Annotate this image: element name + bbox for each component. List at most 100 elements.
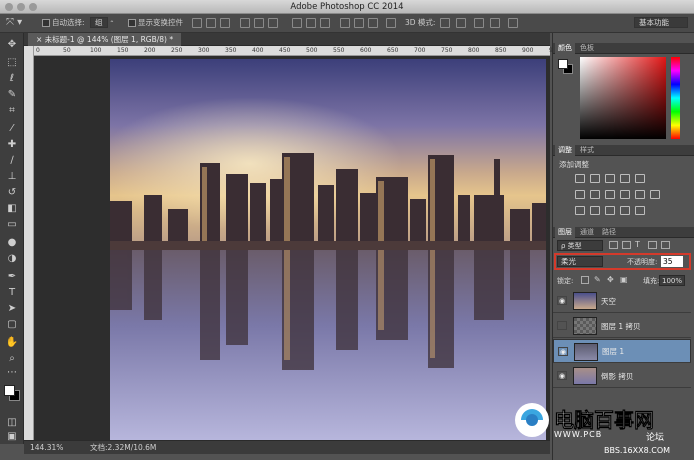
rotate-3d-icon[interactable] [440,18,450,28]
vibrance-icon[interactable] [635,174,645,183]
filter-shape-icon[interactable] [648,241,657,249]
tab-adjustments[interactable]: 调整 [555,145,575,156]
quick-mask-icon[interactable]: ◫ [4,415,20,430]
visibility-eye-icon[interactable]: ◉ [557,296,567,305]
layer-kind-filter[interactable]: ρ 类型 [557,240,603,251]
marquee-tool-icon[interactable]: ⬚ [4,55,20,70]
drag-3d-icon[interactable] [474,18,484,28]
auto-select-checkbox[interactable]: 自动选择: [42,17,85,29]
visibility-eye-icon[interactable]: ◉ [558,347,568,356]
lock-transparent-icon[interactable] [581,276,589,284]
distribute-right-icon[interactable] [368,18,378,28]
auto-align-icon[interactable] [386,18,396,28]
distribute-bottom-icon[interactable] [320,18,330,28]
path-select-tool-icon[interactable]: ➤ [4,301,20,316]
slide-3d-icon[interactable] [490,18,500,28]
brightness-icon[interactable] [575,174,585,183]
distribute-top-icon[interactable] [292,18,302,28]
align-hcenter-icon[interactable] [254,18,264,28]
zoom-level[interactable]: 144.31% [30,441,63,454]
foreground-color-swatch[interactable] [4,385,15,396]
levels-icon[interactable] [590,174,600,183]
layer-row[interactable]: 图层 1 拷贝 [553,314,691,338]
layer-name: 图层 1 [602,347,625,356]
distribute-vcenter-icon[interactable] [306,18,316,28]
zoom-tool-icon[interactable]: ⌕ [4,351,20,366]
align-bottom-icon[interactable] [220,18,230,28]
blur-tool-icon[interactable]: ● [4,235,20,250]
panel-foreground-swatch[interactable] [558,59,568,69]
move-tool-icon[interactable]: ✥ [4,37,20,52]
auto-select-dropdown[interactable]: 组 ⌃ [90,17,114,29]
gradient-tool-icon[interactable]: ▭ [4,217,20,232]
align-left-icon[interactable] [240,18,250,28]
stamp-tool-icon[interactable]: ⊥ [4,169,20,184]
layer-row[interactable]: ◉ 倒影 拷贝 [553,364,691,388]
crop-tool-icon[interactable]: ⌗ [4,103,20,118]
lasso-tool-icon[interactable]: ℓ [4,71,20,86]
eyedropper-tool-icon[interactable]: ⁄ [4,121,20,136]
extra-tools-icon[interactable]: ⋯ [4,365,20,380]
document-tab[interactable]: × 未标题-1 @ 144% (图层 1, RGB/8) * [28,33,182,46]
filter-pixel-icon[interactable] [609,241,618,249]
tab-styles[interactable]: 样式 [577,145,597,156]
curves-icon[interactable] [605,174,615,183]
pen-tool-icon[interactable]: ✒ [4,269,20,284]
black-white-icon[interactable] [605,190,615,199]
visibility-eye-icon[interactable] [557,321,567,330]
type-tool-icon[interactable]: T [4,285,20,300]
layers-panel-tabs: 图层 通道 路径 [553,227,694,238]
layer-row[interactable]: ◉ 图层 1 [553,339,691,363]
quick-select-tool-icon[interactable]: ✎ [4,87,20,102]
lock-image-icon[interactable]: ✎ [594,276,602,284]
invert-icon[interactable] [575,206,585,215]
tab-layers[interactable]: 图层 [555,227,575,238]
brush-tool-icon[interactable]: ∕ [4,153,20,168]
tab-paths[interactable]: 路径 [599,227,619,238]
lock-all-icon[interactable]: ▣ [620,276,628,284]
tab-channels[interactable]: 通道 [577,227,597,238]
screen-mode-icon[interactable]: ▣ [4,429,20,444]
exposure-icon[interactable] [620,174,630,183]
selective-color-icon[interactable] [620,206,630,215]
tab-color[interactable]: 颜色 [555,43,575,54]
align-top-icon[interactable] [192,18,202,28]
dodge-tool-icon[interactable]: ◑ [4,251,20,266]
eraser-tool-icon[interactable]: ◧ [4,201,20,216]
hue-saturation-icon[interactable] [575,190,585,199]
photo-filter-icon[interactable] [620,190,630,199]
tab-swatches[interactable]: 色板 [577,43,597,54]
color-balance-icon[interactable] [590,190,600,199]
filter-smart-icon[interactable] [661,241,670,249]
filter-type-icon[interactable]: T [635,241,644,249]
filter-adjust-icon[interactable] [622,241,631,249]
history-brush-tool-icon[interactable]: ↺ [4,185,20,200]
hand-tool-icon[interactable]: ✋ [4,335,20,350]
channel-mixer-icon[interactable] [635,190,645,199]
lock-position-icon[interactable]: ✥ [607,276,615,284]
hue-slider[interactable] [671,57,680,139]
color-lookup-icon[interactable] [650,190,660,199]
layer-row[interactable]: ◉ 天空 [553,289,691,313]
layer-name: 倒影 拷贝 [601,372,634,381]
document-tab-title: 未标题-1 @ 144% (图层 1, RGB/8) * [44,35,174,44]
align-vcenter-icon[interactable] [206,18,216,28]
posterize-icon[interactable] [590,206,600,215]
roll-3d-icon[interactable] [456,18,466,28]
document-canvas[interactable] [110,59,546,440]
fill-input[interactable]: 100% [659,275,685,286]
watermark-url: WWW.PCB [554,430,603,439]
distribute-left-icon[interactable] [340,18,350,28]
scale-3d-icon[interactable] [508,18,518,28]
color-picker-field[interactable] [580,57,666,139]
align-right-icon[interactable] [268,18,278,28]
move-tool-icon[interactable]: ⤧ ▾ [6,17,22,29]
healing-brush-tool-icon[interactable]: ✚ [4,137,20,152]
shape-tool-icon[interactable]: ▢ [4,317,20,332]
distribute-hcenter-icon[interactable] [354,18,364,28]
workspace-dropdown[interactable]: 基本功能 [634,17,688,29]
threshold-icon[interactable] [605,206,615,215]
visibility-eye-icon[interactable]: ◉ [557,371,567,380]
show-transform-checkbox[interactable]: 显示变换控件 [128,17,183,29]
gradient-map-icon[interactable] [635,206,645,215]
